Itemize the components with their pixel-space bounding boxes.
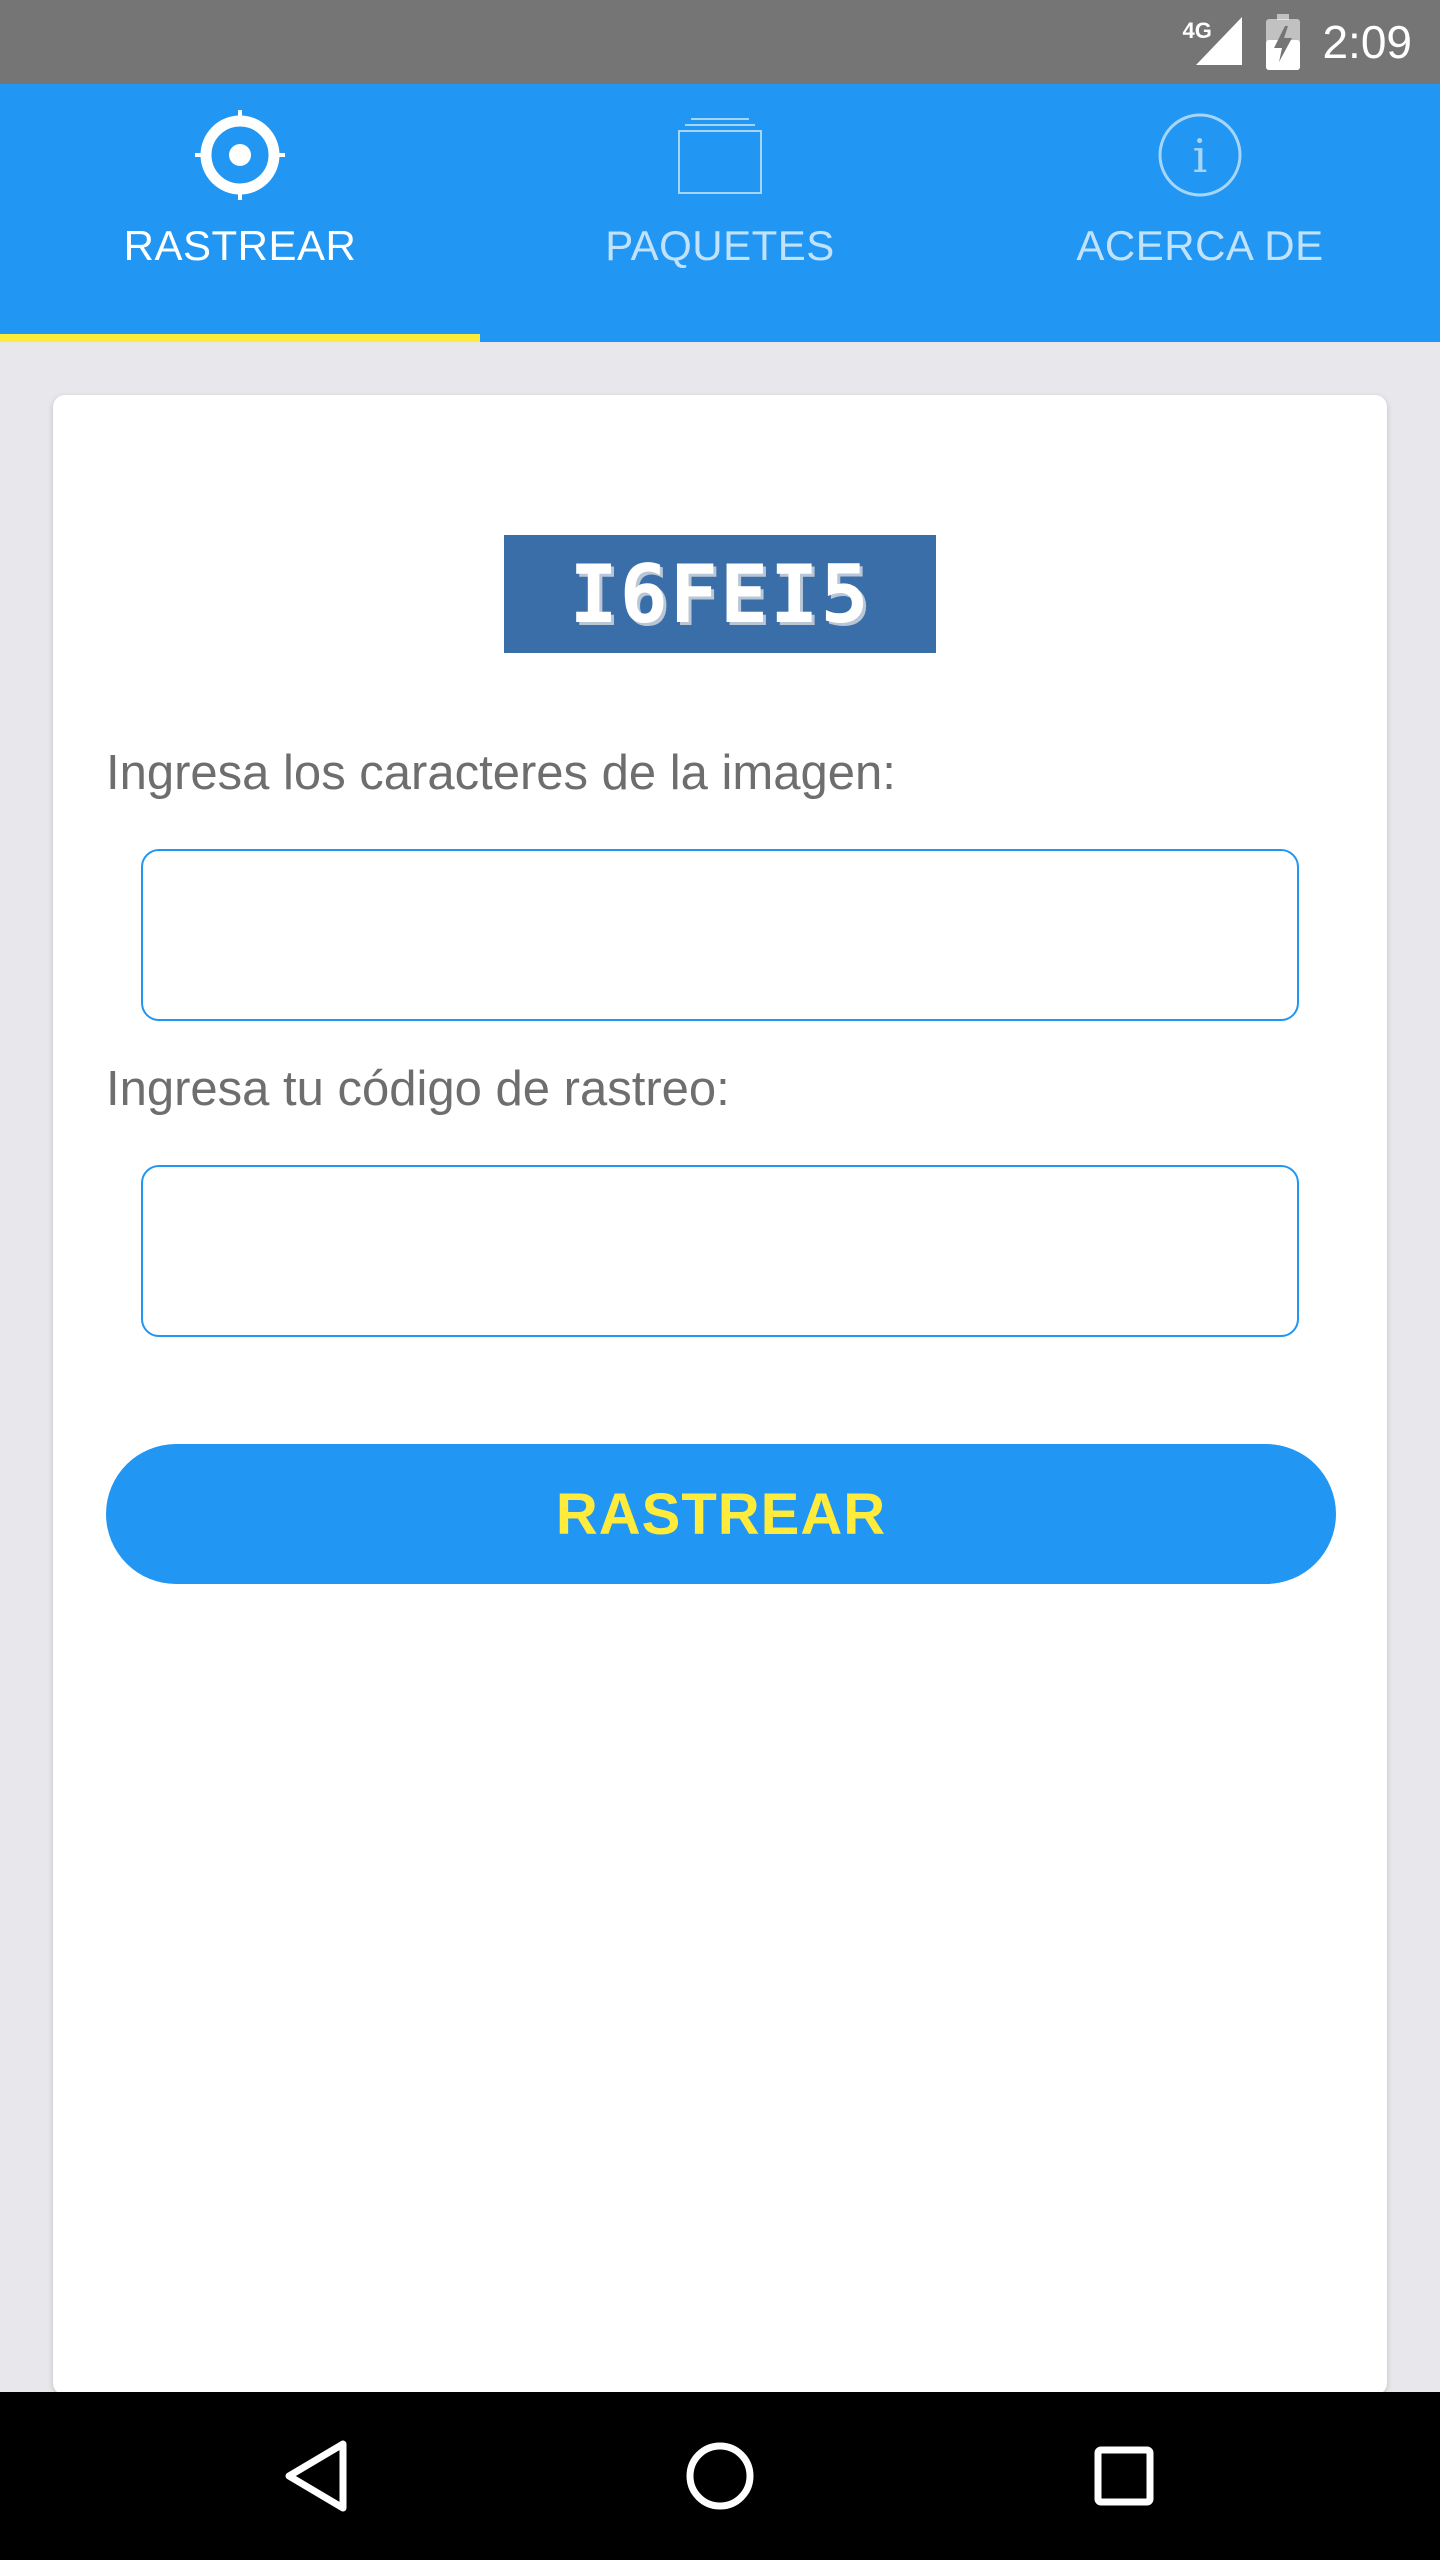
track-button[interactable]: RASTREAR (106, 1444, 1336, 1584)
tab-label: PAQUETES (605, 222, 835, 269)
back-icon[interactable] (270, 2430, 362, 2522)
tab-bar: RASTREAR PAQUETES i ACERCA DE (0, 84, 1440, 342)
captcha-image: I6FEI5 (504, 535, 936, 653)
status-bar: 4G 2:09 (0, 0, 1440, 84)
recents-icon[interactable] (1078, 2430, 1170, 2522)
tab-paquetes[interactable]: PAQUETES (480, 84, 960, 342)
tracking-code-label: Ingresa tu código de rastreo: (106, 1062, 730, 1116)
crosshair-icon (195, 110, 285, 200)
info-icon: i (1155, 110, 1245, 200)
signal-icon (1196, 17, 1244, 70)
tab-acerca-de[interactable]: i ACERCA DE (960, 84, 1440, 342)
status-icons: 4G 2:09 (1182, 0, 1412, 84)
captcha-text: I6FEI5 (569, 547, 871, 641)
tracking-code-input[interactable] (141, 1165, 1299, 1337)
battery-charging-icon (1266, 14, 1301, 70)
status-clock: 2:09 (1322, 16, 1412, 68)
tab-label: RASTREAR (123, 222, 357, 269)
tracking-form-card: I6FEI5 Ingresa los caracteres de la imag… (53, 395, 1387, 2395)
svg-text:i: i (1193, 129, 1208, 183)
tab-rastrear[interactable]: RASTREAR (0, 84, 480, 342)
captcha-label: Ingresa los caracteres de la imagen: (106, 746, 896, 800)
package-stack-icon (675, 110, 765, 200)
tab-label: ACERCA DE (1076, 222, 1324, 269)
home-icon[interactable] (674, 2430, 766, 2522)
navigation-bar (0, 2392, 1440, 2560)
captcha-input[interactable] (141, 849, 1299, 1021)
network-indicator: 4G (1182, 14, 1244, 70)
active-tab-indicator (0, 334, 480, 342)
